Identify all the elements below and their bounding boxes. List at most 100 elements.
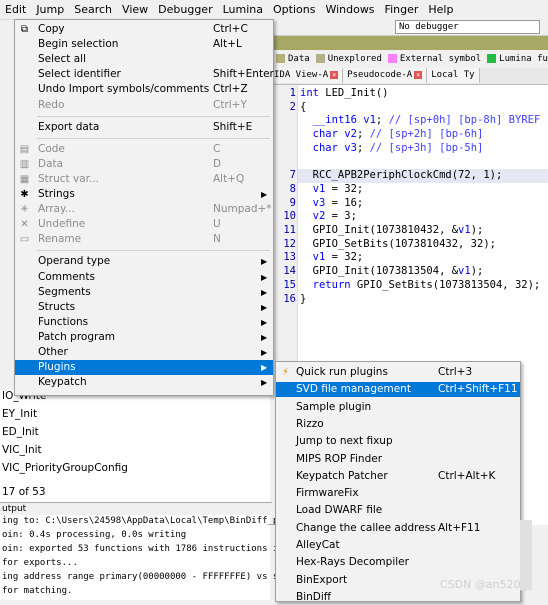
line-number: 10 bbox=[283, 210, 296, 223]
menu-item-functions[interactable]: Functions ▶ bbox=[15, 315, 273, 330]
menu-item-begin-selection[interactable]: Begin selection Alt+L bbox=[15, 37, 273, 52]
menubar-item-jump[interactable]: Jump bbox=[31, 0, 69, 19]
debugger-select[interactable]: No debugger bbox=[395, 20, 540, 34]
navigation-band[interactable] bbox=[270, 36, 548, 50]
menu-item-label: Other bbox=[38, 346, 68, 358]
close-icon[interactable]: × bbox=[414, 71, 423, 79]
line-number: 16 bbox=[283, 292, 296, 305]
menu-item-data: ▥ Data D bbox=[15, 157, 273, 172]
plugin-item-firmwarefix[interactable]: FirmwareFix bbox=[276, 486, 520, 501]
menu-item-export-data[interactable]: Export data Shift+E bbox=[15, 120, 273, 135]
plugin-item-keypatch-patcher[interactable]: Keypatch Patcher Ctrl+Alt+K bbox=[276, 469, 520, 484]
tab-local-ty[interactable]: Local Ty bbox=[427, 68, 480, 83]
menu-item-strings[interactable]: ✱ Strings ▶ bbox=[15, 187, 273, 202]
plugin-item-quick-run-plugins[interactable]: ⚡ Quick run plugins Ctrl+3 bbox=[276, 365, 520, 380]
line-number bbox=[282, 114, 296, 127]
menubar-item-options[interactable]: Options bbox=[268, 0, 320, 19]
line-number: 12 bbox=[283, 237, 296, 250]
menu-item-redo: Redo Ctrl+Y bbox=[15, 98, 273, 113]
menu-item-structs[interactable]: Structs ▶ bbox=[15, 300, 273, 315]
code-line[interactable]: __int16 v1; // [sp+0h] [bp-8h] BYREF bbox=[300, 114, 541, 127]
menu-item-select-identifier[interactable]: Select identifier Shift+Enter bbox=[15, 67, 274, 82]
menu-item-shortcut: Shift+Enter bbox=[213, 68, 274, 81]
plugin-item-shortcut: Ctrl+Shift+F11 bbox=[438, 383, 518, 396]
plugin-item-jump-to-next-fixup[interactable]: Jump to next fixup bbox=[276, 434, 520, 449]
menu-item-label: Select identifier bbox=[38, 68, 121, 81]
menu-item-label: Rename bbox=[38, 233, 82, 246]
line-number: 15 bbox=[283, 278, 296, 291]
menu-item-undefine: ✕ Undefine U bbox=[15, 217, 273, 232]
menu-item-shortcut: Ctrl+C bbox=[213, 23, 248, 35]
close-icon[interactable]: × bbox=[330, 71, 339, 79]
output-line: oin: exported 53 functions with 1786 ins… bbox=[2, 544, 284, 554]
function-list-item[interactable]: EY_Init bbox=[2, 408, 37, 420]
plugin-item-label: Jump to next fixup bbox=[296, 435, 393, 448]
code-line[interactable]: GPIO_SetBits(1073810432, 32); bbox=[300, 238, 496, 251]
chevron-right-icon: ▶ bbox=[261, 378, 268, 388]
tab-pseudocode-a[interactable]: Pseudocode-A × bbox=[343, 68, 428, 83]
menubar-item-windows[interactable]: Windows bbox=[320, 0, 379, 19]
menu-item-segments[interactable]: Segments ▶ bbox=[15, 285, 273, 300]
menu-item-operand-type[interactable]: Operand type ▶ bbox=[15, 254, 273, 269]
code-line[interactable]: GPIO_Init(1073813504, &v1); bbox=[300, 265, 484, 278]
menu-item-code: ▤ Code C bbox=[15, 142, 273, 157]
code-line[interactable]: char v2; // [sp+2h] [bp-6h] bbox=[300, 128, 484, 141]
menu-item-select-all[interactable]: Select all bbox=[15, 52, 273, 67]
code-line[interactable]: { bbox=[300, 101, 306, 114]
function-list-item[interactable]: VIC_PriorityGroupConfig bbox=[2, 462, 128, 474]
menubar-item-finger[interactable]: Finger bbox=[380, 0, 424, 19]
menu-item-keypatch[interactable]: Keypatch ▶ bbox=[15, 375, 273, 390]
plugin-item-rizzo[interactable]: Rizzo bbox=[276, 417, 520, 432]
chevron-right-icon: ▶ bbox=[261, 363, 268, 373]
menu-item-shortcut: Ctrl+Y bbox=[213, 98, 247, 111]
plugin-item-bindiff[interactable]: BinDiff bbox=[276, 590, 520, 605]
menu-item-label: Redo bbox=[38, 98, 65, 111]
legend-bar: Data Unexplored External symbol Lumina func bbox=[270, 51, 548, 67]
plugin-item-hex-rays-decompiler[interactable]: Hex-Rays Decompiler bbox=[276, 555, 520, 570]
menubar-item-search[interactable]: Search bbox=[69, 0, 117, 19]
plugin-item-alleycat[interactable]: AlleyCat bbox=[276, 538, 520, 553]
code-line[interactable]: int LED_Init() bbox=[300, 87, 389, 100]
menubar-item-edit[interactable]: Edit bbox=[0, 0, 31, 19]
plugin-item-shortcut: Alt+F11 bbox=[438, 521, 481, 534]
plugin-item-sample-plugin[interactable]: Sample plugin bbox=[276, 400, 520, 415]
plugin-item-change-the-callee-address[interactable]: Change the callee address Alt+F11 bbox=[276, 521, 520, 536]
line-number: 2 bbox=[289, 100, 296, 113]
menu-item-undo-import-symbols-comments[interactable]: Undo Import symbols/comments Ctrl+Z bbox=[15, 82, 273, 97]
code-line[interactable]: RCC_APB2PeriphClockCmd(72, 1); bbox=[300, 169, 503, 182]
code-icon: ▤ bbox=[19, 143, 30, 155]
code-line[interactable]: v1 = 32; bbox=[300, 183, 364, 196]
menu-item-copy[interactable]: ⧉ Copy Ctrl+C bbox=[15, 22, 273, 37]
menubar-item-lumina[interactable]: Lumina bbox=[218, 0, 268, 19]
plugin-item-mips-rop-finder[interactable]: MIPS ROP Finder bbox=[276, 452, 520, 467]
menu-item-plugins[interactable]: Plugins ▶ bbox=[15, 360, 273, 376]
code-line[interactable]: char v3; // [sp+3h] [bp-5h] bbox=[300, 142, 484, 155]
menu-item-patch-program[interactable]: Patch program ▶ bbox=[15, 330, 273, 345]
menubar-item-view[interactable]: View bbox=[117, 0, 153, 19]
chevron-right-icon: ▶ bbox=[261, 190, 268, 199]
menu-item-struct-var: ▦ Struct var... Alt+Q bbox=[15, 172, 273, 187]
plugin-item-label: BinDiff bbox=[296, 590, 332, 603]
tab-ida-view-a[interactable]: IDA View-A × bbox=[270, 68, 344, 83]
code-line[interactable]: return GPIO_SetBits(1073813504, 32); bbox=[300, 279, 541, 292]
menu-item-shortcut: Alt+Q bbox=[213, 172, 245, 185]
menu-item-label: Strings bbox=[38, 188, 75, 200]
menubar-item-debugger[interactable]: Debugger bbox=[153, 0, 217, 19]
function-list-item[interactable]: ED_Init bbox=[2, 426, 39, 438]
plugin-item-load-dwarf-file[interactable]: Load DWARF file bbox=[276, 503, 520, 518]
code-line[interactable]: GPIO_Init(1073810432, &v1); bbox=[300, 224, 484, 237]
menu-item-label: Functions bbox=[38, 315, 89, 328]
code-line[interactable]: v3 = 16; bbox=[300, 197, 364, 210]
plugin-item-label: Keypatch Patcher bbox=[296, 469, 388, 482]
menu-item-comments[interactable]: Comments ▶ bbox=[15, 270, 273, 285]
menubar-item-help[interactable]: Help bbox=[423, 0, 458, 19]
code-line[interactable]: } bbox=[300, 293, 306, 306]
plugin-item-svd-file-management[interactable]: SVD file management Ctrl+Shift+F11 bbox=[276, 382, 520, 398]
function-list-item[interactable]: VIC_Init bbox=[2, 444, 42, 456]
code-line[interactable]: v1 = 32; bbox=[300, 251, 364, 264]
menu-item-shortcut: D bbox=[213, 157, 222, 170]
menu-separator bbox=[37, 250, 270, 252]
code-line[interactable]: v2 = 3; bbox=[300, 210, 357, 223]
plugin-item-label: Rizzo bbox=[296, 417, 324, 430]
menu-item-other[interactable]: Other ▶ bbox=[15, 345, 273, 360]
